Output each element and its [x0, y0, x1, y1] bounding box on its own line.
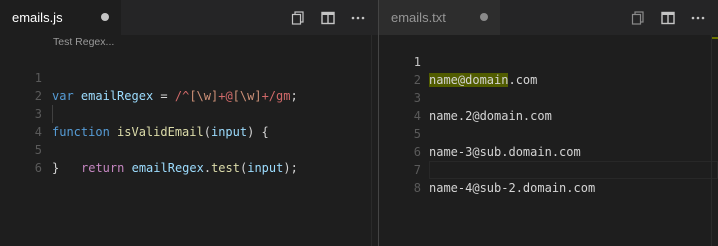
unsaved-dot-icon[interactable] [101, 13, 109, 21]
code-line: 1 var emailRegex = /^[\w]+@[\w]+/gm; [0, 51, 378, 103]
code-line: 4 return emailRegex.test(input); [0, 105, 378, 175]
text-line: 4 [379, 89, 718, 123]
tab-bar-left: emails.js [0, 0, 378, 35]
text-line: 5 name-3@sub.domain.com [379, 107, 718, 159]
tab-emails-txt[interactable]: emails.txt [379, 0, 500, 35]
editor-group-right: emails.txt 1 name@domain.com 2 3 name.2@… [379, 0, 718, 246]
line-number: 8 [413, 181, 421, 195]
indent-guide [52, 105, 53, 123]
split-editor-icon[interactable] [660, 10, 676, 26]
line-text: name-4@sub-2.domain.com [429, 181, 596, 195]
open-changes-icon[interactable] [630, 10, 646, 26]
editor-actions-left [290, 0, 378, 35]
editor-window: emails.js Test Regex... 1 var emailRegex… [0, 0, 718, 246]
code-line: 6 [0, 141, 378, 175]
editor-group-left: emails.js Test Regex... 1 var emailRegex… [0, 0, 378, 246]
text-line: 2 [379, 53, 718, 87]
tab-bar-right: emails.txt [379, 0, 718, 35]
text-line: 8 [379, 161, 718, 195]
text-editor-txt[interactable]: 1 name@domain.com 2 3 name.2@domain.com … [379, 35, 718, 246]
code-line: 3 function isValidEmail(input) { [0, 87, 378, 139]
codelens-test-regex[interactable]: Test Regex... [53, 35, 114, 50]
more-actions-icon[interactable] [690, 10, 706, 26]
open-changes-icon[interactable] [290, 10, 306, 26]
overview-ruler-right[interactable] [711, 35, 718, 246]
text-line: 6 [379, 125, 718, 159]
code-line: 2 [0, 69, 378, 103]
overview-ruler-left[interactable] [371, 35, 378, 246]
line-code: return emailRegex.test(input); [81, 161, 298, 175]
code-line: 5 } [0, 123, 378, 175]
code-editor-js[interactable]: Test Regex... 1 var emailRegex = /^[\w]+… [0, 35, 378, 246]
text-line: 7 name-4@sub-2.domain.com [379, 143, 718, 195]
more-actions-icon[interactable] [350, 10, 366, 26]
tab-label: emails.js [12, 10, 63, 25]
text-line: 3 name.2@domain.com [379, 71, 718, 123]
match-marker [712, 37, 718, 39]
editor-actions-right [630, 0, 718, 35]
split-editor-icon[interactable] [320, 10, 336, 26]
line-number: 6 [34, 161, 42, 175]
tab-label: emails.txt [391, 10, 446, 25]
tab-emails-js[interactable]: emails.js [0, 0, 121, 35]
text-line: 1 name@domain.com [379, 35, 718, 87]
unsaved-dot-icon[interactable] [480, 13, 488, 21]
